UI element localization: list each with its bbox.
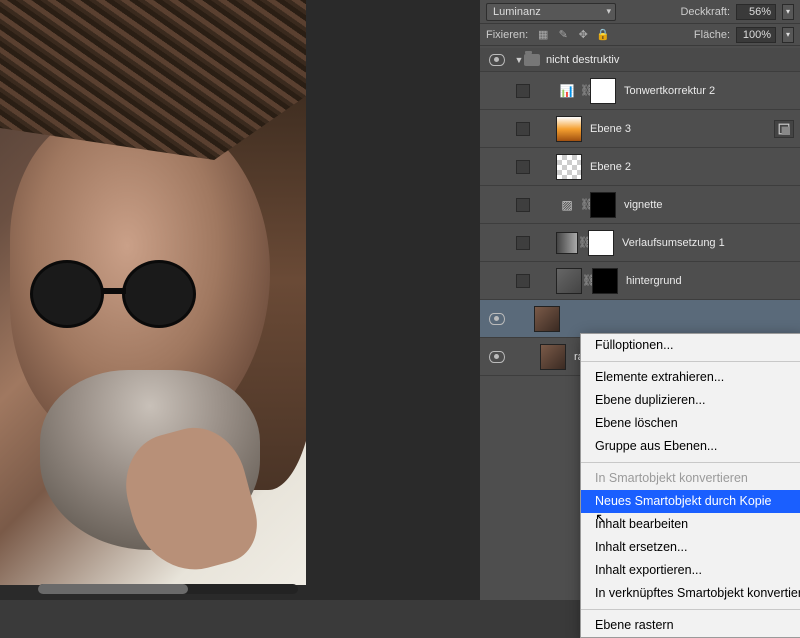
layer-row[interactable]: ⛓ hintergrund: [480, 262, 800, 300]
lock-position-icon[interactable]: ✥: [576, 28, 590, 42]
layer-name-label: Tonwertkorrektur 2: [624, 85, 715, 97]
menu-item-rasterize-layer[interactable]: Ebene rastern: [581, 614, 800, 637]
lock-transparency-icon[interactable]: ▦: [536, 28, 550, 42]
layer-row[interactable]: Ebene 3: [480, 110, 800, 148]
layer-row[interactable]: ▨ ⛓ vignette: [480, 186, 800, 224]
menu-separator: [581, 609, 800, 610]
lock-all-icon[interactable]: 🔒: [596, 28, 610, 42]
visibility-toggle[interactable]: [489, 313, 505, 325]
menu-item-convert-linked-smartobject[interactable]: In verknüpftes Smartobjekt konvertieren: [581, 582, 800, 605]
layer-checkbox[interactable]: [516, 198, 530, 212]
layer-checkbox[interactable]: [516, 236, 530, 250]
layer-thumb[interactable]: [556, 268, 582, 294]
smart-object-thumb[interactable]: [540, 344, 566, 370]
folder-icon: [524, 54, 540, 66]
link-icon[interactable]: ⛓: [578, 236, 588, 249]
fill-stepper[interactable]: ▾: [782, 27, 794, 43]
blend-mode-value: Luminanz: [493, 6, 541, 18]
layer-row[interactable]: ⛓ Verlaufsumsetzung 1: [480, 224, 800, 262]
menu-item-duplicate-layer[interactable]: Ebene duplizieren...: [581, 389, 800, 412]
layer-checkbox[interactable]: [516, 84, 530, 98]
layer-name-label: Ebene 2: [590, 161, 631, 173]
layer-checkbox[interactable]: [516, 160, 530, 174]
levels-adjustment-icon: 📊: [556, 80, 578, 102]
layer-name-label: vignette: [624, 199, 663, 211]
menu-separator: [581, 361, 800, 362]
layer-mask-thumb[interactable]: [588, 230, 614, 256]
smart-object-thumb[interactable]: [534, 306, 560, 332]
blend-mode-dropdown[interactable]: Luminanz: [486, 3, 616, 21]
canvas-area[interactable]: [0, 0, 480, 600]
layer-row[interactable]: 📊 ⛓ Tonwertkorrektur 2: [480, 72, 800, 110]
opacity-field[interactable]: 56%: [736, 4, 776, 20]
menu-item-delete-layer[interactable]: Ebene löschen: [581, 412, 800, 435]
mouse-cursor-icon: ↖: [595, 510, 607, 527]
menu-item-export-contents[interactable]: Inhalt exportieren...: [581, 559, 800, 582]
gradient-map-icon: [556, 232, 578, 254]
layer-row[interactable]: Ebene 2: [480, 148, 800, 186]
layer-checkbox[interactable]: [516, 122, 530, 136]
layer-name-label: Verlaufsumsetzung 1: [622, 237, 725, 249]
layer-mask-thumb[interactable]: [590, 192, 616, 218]
fill-label: Fläche:: [694, 29, 730, 41]
opacity-label: Deckkraft:: [680, 6, 730, 18]
link-icon[interactable]: ⛓: [580, 198, 590, 211]
layer-mask-thumb[interactable]: [590, 78, 616, 104]
menu-item-extract-elements[interactable]: Elemente extrahieren...: [581, 366, 800, 389]
fill-field[interactable]: 100%: [736, 27, 776, 43]
layer-effects-icon[interactable]: [774, 120, 794, 138]
gradient-fill-icon: ▨: [556, 194, 578, 216]
document-canvas[interactable]: [0, 0, 306, 585]
layer-thumb[interactable]: [556, 154, 582, 180]
layer-name-label: hintergrund: [626, 275, 682, 287]
link-icon[interactable]: ⛓: [582, 274, 592, 287]
menu-item-edit-contents[interactable]: Inhalt bearbeiten: [581, 513, 800, 536]
menu-item-fill-options[interactable]: Fülloptionen...: [581, 334, 800, 357]
horizontal-scrollbar[interactable]: [38, 584, 298, 594]
opacity-stepper[interactable]: ▾: [782, 4, 794, 20]
menu-separator: [581, 462, 800, 463]
disclosure-triangle-icon[interactable]: ▼: [514, 55, 524, 65]
menu-item-new-smartobject-via-copy[interactable]: Neues Smartobjekt durch Kopie: [581, 490, 800, 513]
group-name: nicht destruktiv: [546, 54, 619, 66]
menu-item-replace-contents[interactable]: Inhalt ersetzen...: [581, 536, 800, 559]
lock-pixels-icon[interactable]: ✎: [556, 28, 570, 42]
link-icon[interactable]: ⛓: [580, 84, 590, 97]
menu-item-convert-smartobject: In Smartobjekt konvertieren: [581, 467, 800, 490]
visibility-toggle[interactable]: [489, 351, 505, 363]
layer-thumb[interactable]: [556, 116, 582, 142]
lock-label: Fixieren:: [486, 29, 528, 41]
layer-checkbox[interactable]: [516, 274, 530, 288]
menu-item-group-from-layers[interactable]: Gruppe aus Ebenen...: [581, 435, 800, 458]
layer-mask-thumb[interactable]: [592, 268, 618, 294]
layer-context-menu: Fülloptionen... Elemente extrahieren... …: [580, 333, 800, 638]
layer-group-row[interactable]: ▼ nicht destruktiv: [480, 48, 800, 72]
layer-name-label: Ebene 3: [590, 123, 631, 135]
visibility-toggle[interactable]: [489, 54, 505, 66]
